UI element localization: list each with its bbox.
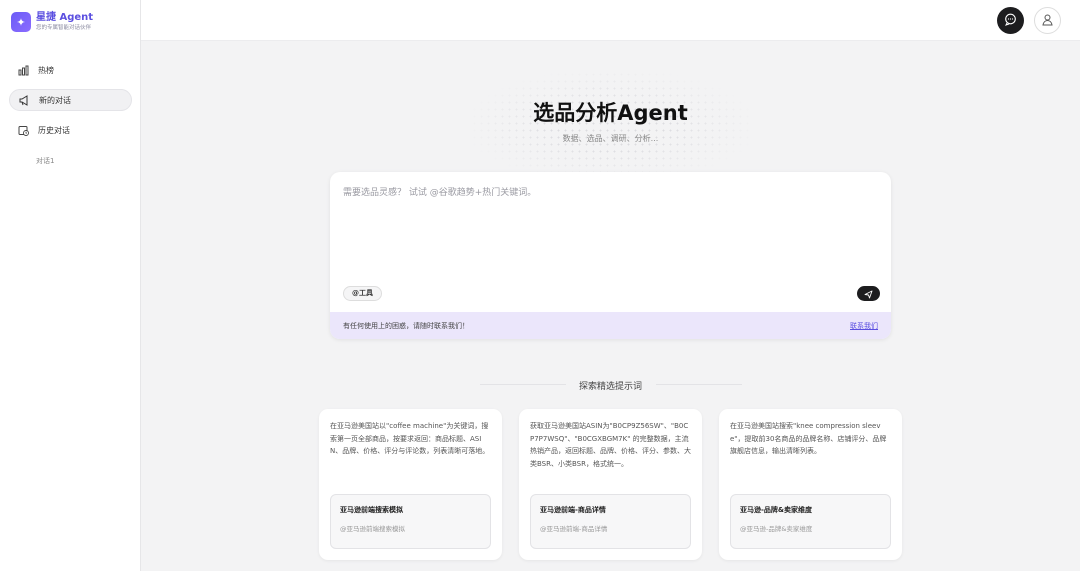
sidebar-item-history[interactable]: 历史对话 [9,119,132,141]
user-icon [1041,11,1054,30]
prompt-input[interactable] [343,185,873,275]
prompt-card-tool-mention: @亚马逊前端搜索模拟 [340,525,405,533]
tool-mention-button[interactable]: @工具 [343,286,382,301]
prompt-card-tool-title: 亚马逊前端-商品详情 [540,506,606,514]
sidebar: ✦ 星捷 Agent 您的专属智能对话伙伴 热榜 新的对话 历史对话 对话1 [0,0,141,571]
sidebar-item-new-chat[interactable]: 新的对话 [9,89,132,111]
sparkle-logo-icon: ✦ [11,12,31,32]
brand-title: 星捷 Agent [36,12,94,23]
prompts-heading: 探索精选提示词 [578,382,642,392]
megaphone-icon [19,94,30,106]
page-title: 选品分析Agent [533,101,688,125]
prompt-card-tool-mention: @亚马逊前端-商品详情 [540,525,608,533]
chat-button[interactable] [997,7,1024,34]
sidebar-item-label: 新的对话 [39,95,71,105]
prompt-card-description: 在亚马逊美国站以"coffee machine"为关键词，搜索第一页全部商品，按… [330,422,490,455]
prompt-card-tool[interactable]: 亚马逊-品牌&卖家维度 @亚马逊-品牌&卖家维度 [730,494,891,549]
prompt-card[interactable]: 在亚马逊美国站以"coffee machine"为关键词，搜索第一页全部商品，按… [319,409,502,560]
prompt-card-description: 在亚马逊美国站搜索"knee compression sleeve"，提取前30… [730,422,887,455]
brand-subtitle: 您的专属智能对话伙伴 [36,25,92,31]
prompt-card-tool-title: 亚马逊-品牌&卖家维度 [740,506,813,514]
prompt-card[interactable]: 获取亚马逊美国站ASIN为"B0CP9Z56SW"、"B0CP7P7WSQ"、"… [519,409,702,560]
chat-bubble-icon [1004,11,1017,30]
help-text: 有任何使用上的困惑，请随时联系我们！ [343,321,469,330]
send-icon [864,284,873,303]
main-content: 选品分析Agent 数据、选品、调研、分析... @工具 有任何使用上的困惑，请… [141,41,1080,571]
prompt-card-tool-title: 亚马逊前端搜索模拟 [340,506,403,514]
topbar [141,0,1080,41]
send-button[interactable] [857,286,880,301]
brand[interactable]: ✦ 星捷 Agent 您的专属智能对话伙伴 [11,12,93,32]
page-subtitle: 数据、选品、调研、分析... [562,134,659,143]
prompt-card-tool[interactable]: 亚马逊前端搜索模拟 @亚马逊前端搜索模拟 [330,494,491,549]
brand-text: 星捷 Agent 您的专属智能对话伙伴 [36,12,93,32]
prompt-card[interactable]: 在亚马逊美国站搜索"knee compression sleeve"，提取前30… [719,409,902,560]
composer: @工具 有任何使用上的困惑，请随时联系我们！ 联系我们 [330,172,891,339]
user-button[interactable] [1034,7,1061,34]
bar-chart-icon [18,65,29,76]
contact-us-link[interactable]: 联系我们 [850,321,878,331]
sidebar-item-label: 历史对话 [38,125,70,135]
help-banner: 有任何使用上的困惑，请随时联系我们！ 联系我们 [330,312,891,339]
history-chat-item[interactable]: 对话1 [36,156,54,166]
prompt-card-tool-mention: @亚马逊-品牌&卖家维度 [740,525,813,533]
prompt-card-tool[interactable]: 亚马逊前端-商品详情 @亚马逊前端-商品详情 [530,494,691,549]
history-icon [18,125,29,136]
prompt-card-description: 获取亚马逊美国站ASIN为"B0CP9Z56SW"、"B0CP7P7WSQ"、"… [530,422,691,468]
divider [656,384,742,385]
sidebar-item-hot[interactable]: 热榜 [9,59,132,81]
sidebar-item-label: 热榜 [38,65,54,75]
